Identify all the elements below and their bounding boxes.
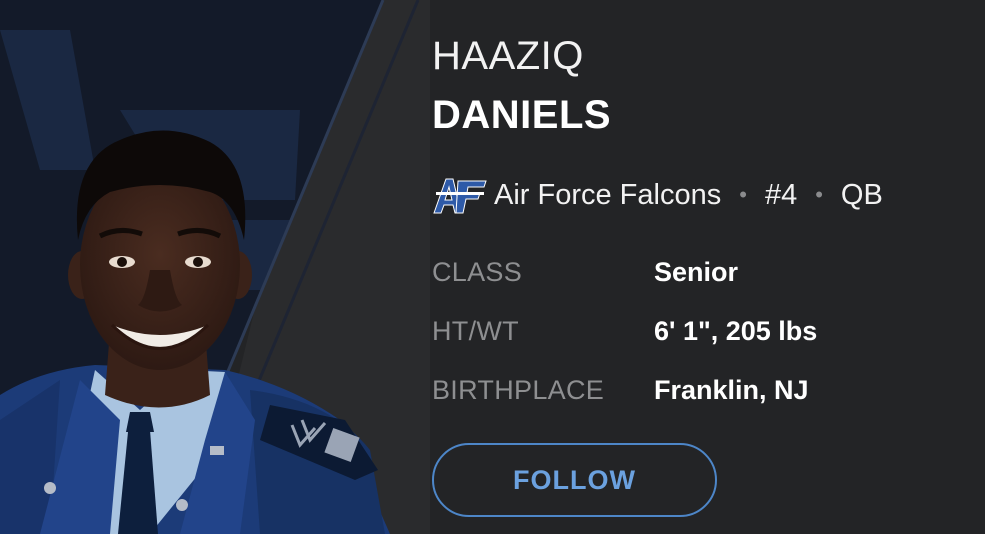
player-hero-photo: [0, 0, 430, 534]
birthplace-value: Franklin, NJ: [654, 375, 809, 405]
player-position: QB: [840, 178, 883, 211]
separator-dot: •: [739, 182, 747, 207]
player-last-name: DANIELS: [432, 93, 612, 137]
team-info-row: Air Force Falcons • #4 • QB: [432, 170, 883, 220]
birthplace-label: BIRTHPLACE: [432, 375, 605, 405]
jersey-number: #4: [764, 178, 798, 211]
height-weight-value: 6' 1", 205 lbs: [654, 316, 818, 346]
class-label: CLASS: [432, 257, 523, 287]
height-weight-label: HT/WT: [432, 316, 519, 346]
air-force-af-logo-icon: [432, 175, 488, 215]
team-name-link[interactable]: Air Force Falcons: [494, 179, 721, 212]
separator-dot: •: [815, 182, 823, 207]
follow-button[interactable]: FOLLOW: [432, 443, 717, 517]
player-first-name: HAAZIQ: [432, 34, 584, 78]
class-value: Senior: [654, 257, 739, 287]
